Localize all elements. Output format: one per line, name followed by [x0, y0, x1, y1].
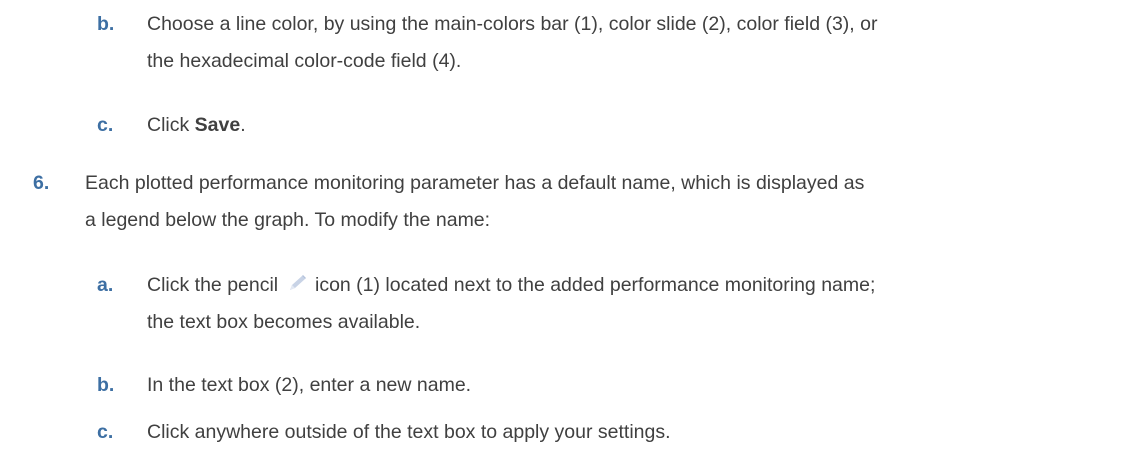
step-marker-c: c. [97, 114, 114, 136]
pencil-icon [286, 274, 308, 294]
step-b-line-1: Choose a line color, by using the main-c… [147, 13, 878, 35]
step-marker-b-2: b. [97, 374, 115, 396]
step-c2-line-1: Click anywhere outside of the text box t… [147, 421, 671, 443]
step-marker-b: b. [97, 13, 115, 35]
step-c-text: Click Save. [147, 114, 246, 137]
step-marker-a: a. [97, 274, 114, 296]
step-b-line-2: the hexadecimal color-code field (4). [147, 50, 462, 72]
step-a-line-1: Click the pencil icon (1) located next t… [147, 274, 875, 297]
step-a-suffix: icon (1) located next to the added perfo… [314, 274, 876, 296]
step-marker-6: 6. [33, 172, 50, 194]
step-c-suffix: . [240, 114, 246, 136]
step-c-prefix: Click [147, 114, 195, 136]
step-a-prefix: Click the pencil [147, 274, 279, 296]
step-6-line-1: Each plotted performance monitoring para… [85, 172, 865, 194]
step-b2-line-1: In the text box (2), enter a new name. [147, 374, 472, 396]
step-6-line-2: a legend below the graph. To modify the … [85, 209, 491, 231]
step-a-line-2: the text box becomes available. [147, 311, 421, 333]
step-marker-c-2: c. [97, 421, 114, 443]
save-label: Save [194, 114, 241, 136]
